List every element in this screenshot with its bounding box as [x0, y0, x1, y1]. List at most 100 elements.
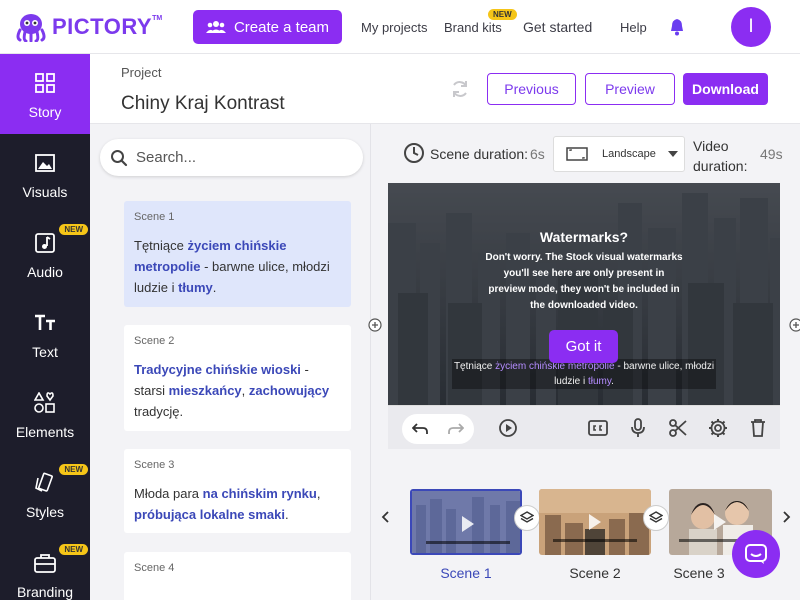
timeline-thumb-label[interactable]: Scene 1 — [410, 565, 522, 581]
download-button[interactable]: Download — [683, 73, 768, 105]
chat-support-button[interactable] — [732, 530, 780, 578]
sidebar-item-elements[interactable]: Elements — [0, 374, 90, 454]
nav-get-started[interactable]: Get started — [523, 19, 592, 35]
timeline-thumb-label[interactable]: Scene 3 — [669, 565, 729, 581]
brand-kits-new-badge: NEW — [488, 9, 517, 20]
styles-new-badge: NEW — [59, 464, 88, 475]
scene-card-label: Scene 1 — [134, 211, 175, 223]
scene-card-text[interactable]: Tradycyjne chińskie wioski - starsi mies… — [134, 359, 341, 422]
project-label: Project — [121, 65, 162, 80]
scene-1-thumbnail — [412, 491, 520, 553]
scene-search[interactable] — [100, 139, 363, 176]
plain-text: tradycję. — [134, 404, 184, 419]
sidebar-item-styles[interactable]: NEW Styles — [0, 454, 90, 534]
scene-card[interactable]: Scene 4 — [124, 552, 351, 600]
plain-text: Młoda para — [134, 486, 203, 501]
orientation-select[interactable]: Landscape — [553, 136, 685, 172]
microphone-icon[interactable] — [630, 418, 646, 438]
scene-card[interactable]: Scene 1 Tętniące życiem chińskie metropo… — [124, 201, 351, 307]
text-icon — [34, 312, 56, 334]
project-title[interactable]: Chiny Kraj Kontrast — [121, 93, 285, 115]
team-icon — [205, 21, 226, 33]
user-avatar[interactable]: I — [731, 7, 771, 47]
plain-text: . — [285, 507, 289, 522]
sidebar-item-audio[interactable]: NEW Audio — [0, 214, 90, 294]
story-icon — [35, 72, 55, 94]
nav-brand-kits[interactable]: Brand kits — [444, 20, 502, 35]
highlighted-keyword: tłumy — [178, 280, 213, 295]
search-input[interactable] — [136, 149, 336, 166]
pictory-logo[interactable]: PICTORY TM — [14, 8, 162, 46]
plain-text: Tętniące — [453, 361, 496, 372]
scene-duration-label: Scene duration: — [430, 146, 529, 162]
watermark-title: Watermarks? — [539, 229, 629, 245]
sidebar-item-story[interactable]: Story — [0, 54, 90, 134]
plain-text: . — [212, 280, 217, 295]
sidebar-item-text[interactable]: Text — [0, 294, 90, 374]
sidebar-item-branding[interactable]: NEW Branding — [0, 534, 90, 600]
elements-icon — [34, 392, 56, 414]
sidebar-item-visuals[interactable]: Visuals — [0, 134, 90, 214]
timeline-thumb[interactable] — [410, 489, 522, 555]
nav-help[interactable]: Help — [620, 20, 647, 35]
clock-icon — [404, 143, 424, 163]
plain-text: , — [241, 383, 249, 398]
chevron-left-icon[interactable] — [381, 511, 389, 523]
search-icon — [111, 149, 128, 166]
closed-captions-icon[interactable] — [588, 418, 608, 438]
layers-icon[interactable] — [514, 505, 540, 531]
video-duration-label-line1: Video — [693, 138, 729, 154]
scene-duration-value[interactable]: 6s — [530, 146, 545, 162]
timeline-thumb-label[interactable]: Scene 2 — [539, 565, 651, 581]
video-caption: Tętniące życiem chińskie metropolie - ba… — [452, 359, 716, 389]
chevron-down-icon — [667, 151, 678, 157]
layers-icon[interactable] — [643, 505, 669, 531]
bell-icon[interactable] — [668, 18, 686, 36]
nav-my-projects[interactable]: My projects — [361, 20, 427, 35]
video-preview[interactable]: Watermarks? Don't worry. The Stock visua… — [388, 183, 780, 405]
preview-toolbar — [388, 405, 780, 449]
top-bar: PICTORY TM Create a team My projects Bra… — [0, 0, 800, 54]
scene-card-text[interactable]: Tętniące życiem chińskie metropolie - ba… — [134, 235, 341, 298]
plain-text: . — [611, 376, 614, 387]
trash-icon[interactable] — [750, 418, 766, 438]
highlighted-keyword: mieszkańcy — [168, 383, 242, 398]
add-scene-left-icon[interactable] — [368, 318, 382, 332]
chevron-right-icon[interactable] — [783, 511, 791, 523]
settings-gear-icon[interactable] — [708, 418, 728, 438]
highlighted-keyword: zachowujący — [248, 383, 330, 398]
preview-area: Scene duration: 6s Landscape Video durat… — [368, 124, 800, 600]
undo-icon[interactable] — [412, 422, 428, 436]
plain-text: Tętniące — [134, 238, 188, 253]
video-duration-label: Video duration: — [693, 136, 747, 176]
plain-text: , — [316, 486, 321, 501]
audio-new-badge: NEW — [59, 224, 88, 235]
sidebar-label-visuals: Visuals — [22, 184, 68, 200]
logo-trademark: TM — [152, 14, 163, 22]
left-sidebar: Story Visuals NEW Audio Text Elements NE… — [0, 54, 90, 600]
scene-card-label: Scene 2 — [134, 335, 175, 347]
branding-new-badge: NEW — [59, 544, 88, 555]
redo-icon[interactable] — [448, 422, 464, 436]
scene-card[interactable]: Scene 3 Młoda para na chińskim rynku, pr… — [124, 449, 351, 533]
music-icon — [35, 232, 55, 254]
create-team-button[interactable]: Create a team — [193, 10, 342, 44]
got-it-button[interactable]: Got it — [549, 330, 618, 363]
scissors-icon[interactable] — [668, 418, 688, 438]
styles-icon — [34, 472, 56, 494]
scene-card[interactable]: Scene 2 Tradycyjne chińskie wioski - sta… — [124, 325, 351, 431]
create-team-label: Create a team — [233, 18, 330, 36]
landscape-icon — [566, 147, 588, 161]
logo-text: PICTORY — [52, 14, 153, 39]
highlighted-keyword: próbująca lokalne smaki — [134, 507, 286, 522]
timeline-thumb[interactable] — [539, 489, 651, 555]
scene-timeline: Scene 1 Scene 2 Scene 3 — [371, 479, 800, 600]
previous-button[interactable]: Previous — [487, 73, 576, 105]
orientation-value: Landscape — [602, 148, 656, 160]
add-scene-right-icon[interactable] — [789, 318, 800, 332]
scene-card-text[interactable]: Młoda para na chińskim rynku, próbująca … — [134, 483, 341, 525]
play-icon[interactable] — [498, 418, 518, 438]
preview-button[interactable]: Preview — [585, 73, 675, 105]
scene-card-label: Scene 4 — [134, 562, 175, 574]
sidebar-label-elements: Elements — [15, 424, 75, 440]
